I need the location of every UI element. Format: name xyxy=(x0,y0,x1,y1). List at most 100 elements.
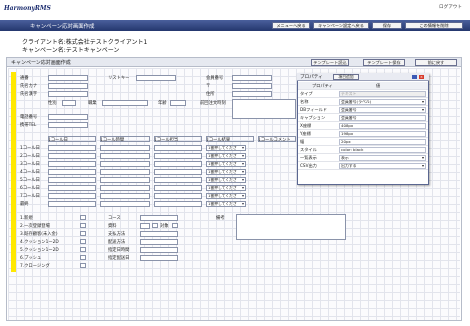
field-list-key[interactable] xyxy=(136,75,176,81)
field-mobile[interactable] xyxy=(48,122,88,128)
property-value-input[interactable]: color: black xyxy=(339,147,426,153)
call-result-select[interactable]: 1番押してくださ xyxy=(206,177,246,183)
checkbox[interactable] xyxy=(80,239,86,244)
call-staff-field[interactable] xyxy=(154,145,202,151)
property-value-select[interactable]: 会員番号 xyxy=(339,107,426,113)
property-value-input[interactable]: 198px xyxy=(339,131,426,137)
call-staff-field[interactable] xyxy=(154,177,202,183)
label-zip: 〒 xyxy=(206,84,211,89)
call-result-select[interactable]: 1番押してくださ xyxy=(206,145,246,151)
call-staff-field[interactable] xyxy=(154,185,202,191)
call-staff-field[interactable] xyxy=(154,201,202,207)
checkbox[interactable] xyxy=(80,255,86,260)
call-staff-field[interactable] xyxy=(154,161,202,167)
minimize-icon[interactable] xyxy=(412,75,417,79)
call-result-select[interactable]: 1番押してくださ xyxy=(206,161,246,167)
property-value-select[interactable]: 会員番号(ラベル) xyxy=(339,99,426,105)
back-to-menu-button[interactable]: メニューへ戻る xyxy=(272,22,310,29)
label-last-order: 前回注文時刻 xyxy=(200,101,226,106)
field-note[interactable] xyxy=(236,214,346,240)
field-material[interactable] xyxy=(140,223,150,229)
property-value-input[interactable]: 408px xyxy=(339,123,426,129)
field-last-order[interactable] xyxy=(232,99,296,119)
call-date-field[interactable] xyxy=(48,193,96,199)
call-date-field[interactable] xyxy=(48,177,96,183)
undo-button[interactable]: 前に戻す xyxy=(415,59,457,66)
property-panel-header[interactable]: プロパティ xyxy=(297,73,429,81)
field-name-kana[interactable] xyxy=(48,83,88,89)
call-staff-field[interactable] xyxy=(154,193,202,199)
call-date-field[interactable] xyxy=(48,153,96,159)
back-to-campaign-settings-button[interactable]: キャンペーン設定へ戻る xyxy=(313,22,369,29)
call-date-field[interactable] xyxy=(48,161,96,167)
field-zip[interactable] xyxy=(232,83,272,89)
checkbox[interactable] xyxy=(80,223,86,228)
call-time-field[interactable] xyxy=(100,145,150,151)
call-time-field[interactable] xyxy=(100,193,150,199)
field-delivery-date[interactable] xyxy=(140,255,178,261)
call-time-field[interactable] xyxy=(100,177,150,183)
call-staff-field[interactable] xyxy=(154,153,202,159)
check-label: 3.既存顧客(未入金) xyxy=(20,232,58,237)
label-target: 対象 xyxy=(160,224,169,229)
call-result-select[interactable]: 1番押してくださ xyxy=(206,185,246,191)
check-label: 4.クッション1ー2D xyxy=(20,240,59,245)
save-button[interactable]: 保存 xyxy=(372,22,402,29)
field-occupation[interactable] xyxy=(102,100,148,106)
property-value-select[interactable]: 出力する xyxy=(339,163,426,169)
checkbox[interactable] xyxy=(80,263,86,268)
field-name-kanji[interactable] xyxy=(48,91,88,97)
call-row-label: 1コール日 xyxy=(20,146,40,151)
call-time-field[interactable] xyxy=(100,201,150,207)
call-date-field[interactable] xyxy=(48,145,96,151)
check-label: 2.一次登録登場 xyxy=(20,224,50,229)
property-key: 一覧表示 xyxy=(300,155,317,160)
call-time-field[interactable] xyxy=(100,161,150,167)
checkbox[interactable] xyxy=(80,247,86,252)
call-row-label: 4コール日 xyxy=(20,170,40,175)
header-box-result xyxy=(206,136,254,142)
label-name-kanji: 氏名漢字 xyxy=(20,92,38,97)
call-result-select[interactable]: 1番押してくださ xyxy=(206,201,246,207)
field-time-slot[interactable] xyxy=(140,247,178,253)
checkbox[interactable] xyxy=(80,231,86,236)
field-payment[interactable] xyxy=(140,231,178,237)
field-gender[interactable] xyxy=(62,100,76,106)
app-logo: HarmonyRMS xyxy=(4,5,51,12)
target-checkbox[interactable] xyxy=(152,223,158,228)
call-result-select[interactable]: 1番押してくださ xyxy=(206,193,246,199)
top-bar: HarmonyRMS ログアウト xyxy=(0,0,470,20)
property-value-input[interactable]: 20px xyxy=(339,139,426,145)
target-checkbox-2[interactable] xyxy=(172,223,178,228)
call-date-field[interactable] xyxy=(48,185,96,191)
field-address[interactable] xyxy=(232,91,272,97)
field-phone[interactable] xyxy=(48,114,88,120)
add-item-button[interactable]: 項目追加 xyxy=(333,74,359,80)
property-value-select[interactable]: 表示 xyxy=(339,155,426,161)
checkbox[interactable] xyxy=(80,215,86,220)
check-label: 6.プッシュ xyxy=(20,256,42,261)
close-icon[interactable]: × xyxy=(419,75,424,79)
call-staff-field[interactable] xyxy=(154,169,202,175)
check-label: 1.新規 xyxy=(20,216,33,221)
call-date-field[interactable] xyxy=(48,169,96,175)
call-result-select[interactable]: 1番押してくださ xyxy=(206,153,246,159)
property-row: Y座標 198px xyxy=(298,130,428,138)
template-save-button[interactable]: テンプレート保存 xyxy=(363,59,405,66)
field-member-no[interactable] xyxy=(232,75,272,81)
delete-info-button[interactable]: この情報を削除 xyxy=(405,22,463,29)
field-delivery[interactable] xyxy=(140,239,178,245)
call-row-label: 最終 xyxy=(20,202,29,207)
call-time-field[interactable] xyxy=(100,185,150,191)
field-serial[interactable] xyxy=(48,75,88,81)
call-date-field[interactable] xyxy=(48,201,96,207)
label-delivery-date: 指定配送日 xyxy=(108,256,130,261)
field-course[interactable] xyxy=(140,215,178,221)
template-load-button[interactable]: テンプレート読込 xyxy=(311,59,349,66)
field-age[interactable] xyxy=(170,100,186,106)
call-time-field[interactable] xyxy=(100,153,150,159)
property-value-input[interactable]: 会員番号 xyxy=(339,115,426,121)
call-time-field[interactable] xyxy=(100,169,150,175)
call-result-select[interactable]: 1番押してくださ xyxy=(206,169,246,175)
logout-link[interactable]: ログアウト xyxy=(439,4,462,10)
